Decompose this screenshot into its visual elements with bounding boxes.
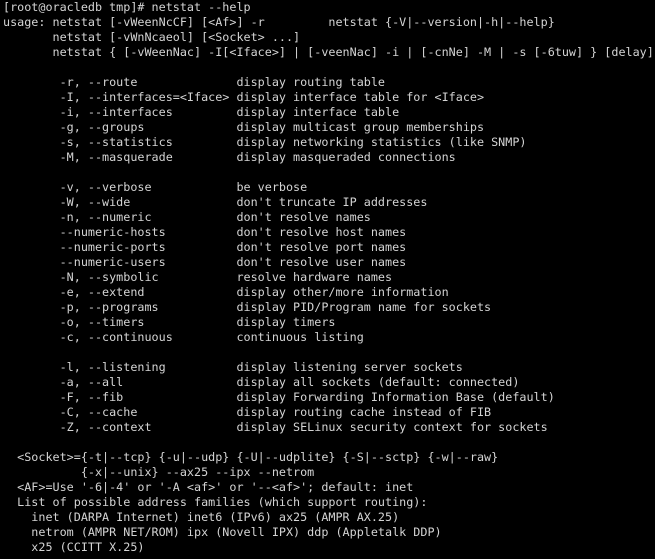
- option-line: -n, --numeric don't resolve names: [3, 210, 371, 224]
- option-line: -e, --extend display other/more informat…: [3, 285, 449, 299]
- option-line: -Z, --context display SELinux security c…: [3, 420, 548, 434]
- option-line: -I, --interfaces=<Iface> display interfa…: [3, 90, 485, 104]
- usage-line: netstat { [-vWeenNac] -I[<Iface>] | [-ve…: [3, 45, 654, 59]
- af-syntax-line: <AF>=Use '-6|-4' or '-A <af>' or '--<af>…: [3, 480, 414, 494]
- option-line: --numeric-hosts don't resolve host names: [3, 225, 407, 239]
- option-line: -p, --programs display PID/Program name …: [3, 300, 492, 314]
- option-line: -s, --statistics display networking stat…: [3, 135, 527, 149]
- address-families-heading: List of possible address families (which…: [3, 495, 428, 509]
- option-line: -C, --cache display routing cache instea…: [3, 405, 492, 419]
- option-line: -M, --masquerade display masqueraded con…: [3, 150, 456, 164]
- option-line: -g, --groups display multicast group mem…: [3, 120, 485, 134]
- socket-syntax-line: <Socket>={-t|--tcp} {-u|--udp} {-U|--udp…: [3, 450, 499, 464]
- address-family-line: x25 (CCITT X.25): [3, 540, 145, 554]
- usage-line: usage: netstat [-vWeenNcCF] [<Af>] -r ne…: [3, 15, 555, 29]
- option-line: --numeric-users don't resolve user names: [3, 255, 407, 269]
- option-line: -l, --listening display listening server…: [3, 360, 463, 374]
- option-line: -W, --wide don't truncate IP addresses: [3, 195, 428, 209]
- shell-prompt-line: [root@oracledb tmp]# netstat --help: [3, 0, 251, 14]
- option-line: --numeric-ports don't resolve port names: [3, 240, 407, 254]
- option-line: -o, --timers display timers: [3, 315, 336, 329]
- address-family-line: netrom (AMPR NET/ROM) ipx (Novell IPX) d…: [3, 525, 442, 539]
- terminal-window[interactable]: [root@oracledb tmp]# netstat --help usag…: [0, 0, 655, 559]
- option-line: -a, --all display all sockets (default: …: [3, 375, 520, 389]
- option-line: -N, --symbolic resolve hardware names: [3, 270, 393, 284]
- usage-line: netstat [-vWnNcaeol] [<Socket> ...]: [3, 30, 301, 44]
- option-line: -c, --continuous continuous listing: [3, 330, 364, 344]
- socket-syntax-line: {-x|--unix} --ax25 --ipx --netrom: [3, 465, 315, 479]
- option-line: -i, --interfaces display interface table: [3, 105, 400, 119]
- option-line: -v, --verbose be verbose: [3, 180, 308, 194]
- option-line: -F, --fib display Forwarding Information…: [3, 390, 555, 404]
- address-family-line: inet (DARPA Internet) inet6 (IPv6) ax25 …: [3, 510, 400, 524]
- option-line: -r, --route display routing table: [3, 75, 386, 89]
